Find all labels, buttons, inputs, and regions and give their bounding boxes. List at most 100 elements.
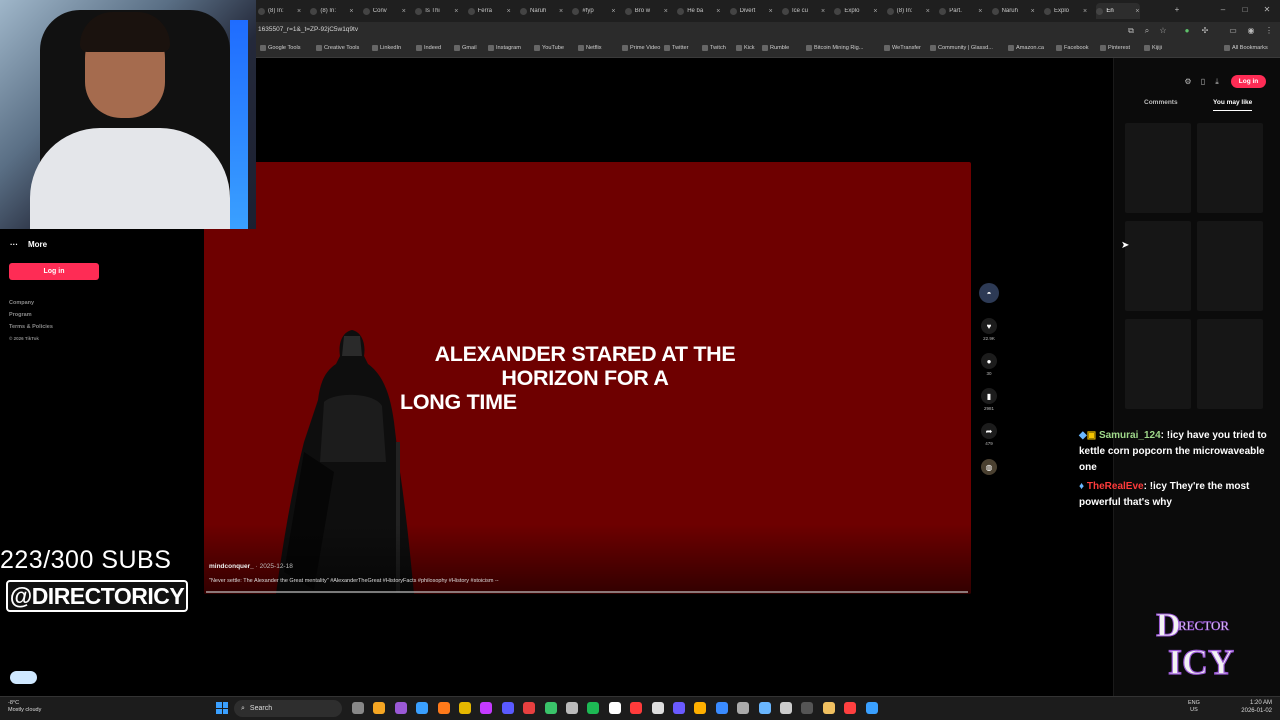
weather-widget[interactable]: -8°C Mostly cloudy xyxy=(8,700,41,714)
tab-close-icon[interactable]: × xyxy=(926,8,930,15)
taskbar-app-icon[interactable] xyxy=(459,702,471,714)
browser-tab[interactable]: (8) In: × xyxy=(310,3,354,19)
suggested-video-thumb[interactable] xyxy=(1197,221,1263,311)
taskbar-app-icon[interactable] xyxy=(844,702,857,714)
taskbar-search-box[interactable]: ⌕ Search xyxy=(234,700,342,717)
sidebar-login-button[interactable]: Log in xyxy=(9,263,99,280)
taskbar-app-icon[interactable] xyxy=(416,702,429,714)
tab-close-icon[interactable]: × xyxy=(297,8,301,15)
url-field[interactable]: 1635507_r=1&_t=ZP-92jC5w1q9tv xyxy=(258,26,358,33)
browser-tab[interactable]: Explo × xyxy=(834,3,878,19)
tab-close-icon[interactable]: × xyxy=(769,8,773,15)
browser-tab[interactable]: Explo × xyxy=(1044,3,1088,19)
video-author[interactable]: mindconquer_ · 2025-12-18 xyxy=(209,563,293,570)
footer-company-link[interactable]: Company xyxy=(9,300,34,306)
language-indicator[interactable]: ENG US xyxy=(1188,700,1200,714)
browser-tab[interactable]: En × xyxy=(1096,3,1141,19)
browser-tab[interactable]: Conv × xyxy=(362,3,407,19)
bookmark-link[interactable]: Twitter xyxy=(664,45,688,51)
tab-close-icon[interactable]: × xyxy=(978,8,982,15)
suggested-video-thumb[interactable] xyxy=(1125,221,1191,311)
browser-tab[interactable]: (8) In: × xyxy=(886,3,931,19)
device-icon[interactable]: ▯ xyxy=(1198,77,1208,87)
new-tab-icon[interactable]: + xyxy=(1172,5,1182,15)
tab-close-icon[interactable]: × xyxy=(349,8,353,15)
browser-tab[interactable]: Naruh × xyxy=(991,3,1036,19)
comment-button[interactable]: ● 30 xyxy=(979,353,999,376)
tab-close-icon[interactable]: × xyxy=(454,8,458,15)
footer-terms-link[interactable]: Terms & Policies xyxy=(9,324,53,330)
video-player[interactable]: ALEXANDER STARED AT THE HORIZON FOR A LO… xyxy=(204,162,971,594)
browser-tab[interactable]: Ice cu × xyxy=(782,3,826,19)
menu-kebab-icon[interactable]: ⋮ xyxy=(1264,26,1274,36)
tab-close-icon[interactable]: × xyxy=(507,8,511,15)
bookmark-star-icon[interactable]: ☆ xyxy=(1158,26,1168,36)
sidebar-toggle-icon[interactable]: ▭ xyxy=(1228,26,1238,36)
suggested-video-thumb[interactable] xyxy=(1125,123,1191,213)
extensions-puzzle-icon[interactable]: ✣ xyxy=(1200,26,1210,36)
tab-comments[interactable]: Comments xyxy=(1144,99,1178,106)
bookmark-link[interactable]: Kick xyxy=(736,45,755,51)
tab-close-icon[interactable]: × xyxy=(402,8,406,15)
bookmark-link[interactable]: Indeed xyxy=(416,45,441,51)
windows-start-icon[interactable] xyxy=(216,702,228,714)
tab-close-icon[interactable]: × xyxy=(611,8,615,15)
browser-tab[interactable]: Naruh × xyxy=(520,3,564,19)
bookmark-link[interactable]: Amazon.ca xyxy=(1008,45,1044,51)
profile-avatar-icon[interactable]: ◉ xyxy=(1246,26,1256,36)
browser-tab[interactable]: #fyp × xyxy=(572,3,616,19)
browser-tab[interactable]: Bro w × xyxy=(624,3,669,19)
bookmark-link[interactable]: WeTransfer xyxy=(884,45,921,51)
taskbar-app-icon[interactable] xyxy=(437,702,450,714)
taskbar-app-icon[interactable] xyxy=(758,702,771,714)
taskbar-app-icon[interactable] xyxy=(780,702,792,714)
bookmark-link[interactable]: Gmail xyxy=(454,45,477,51)
footer-program-link[interactable]: Program xyxy=(9,312,32,318)
taskbar-app-icon[interactable] xyxy=(587,702,600,714)
taskbar-app-icon[interactable] xyxy=(715,702,728,714)
tab-close-icon[interactable]: × xyxy=(1135,8,1139,15)
taskbar-app-icon[interactable] xyxy=(480,702,493,714)
sidebar-more-item[interactable]: ··· More xyxy=(10,240,47,249)
taskbar-app-icon[interactable] xyxy=(630,702,643,714)
taskbar-app-icon[interactable] xyxy=(566,702,578,714)
bookmark-link[interactable]: Rumble xyxy=(762,45,789,51)
settings-icon[interactable]: ⚙ xyxy=(1183,77,1193,87)
like-button[interactable]: ♥ 22.9K xyxy=(979,318,999,341)
bookmark-link[interactable]: Google Tools xyxy=(260,45,301,51)
bookmark-link[interactable]: Netflix xyxy=(578,45,602,51)
browser-tab[interactable]: Is Thi × xyxy=(415,3,459,19)
bookmark-link[interactable]: Instagram xyxy=(488,45,521,51)
browser-tab[interactable]: (8) In: × xyxy=(258,3,302,19)
download-icon[interactable]: ⤓ xyxy=(1212,77,1222,87)
suggested-video-thumb[interactable] xyxy=(1125,319,1191,409)
share-button[interactable]: ➦ 479 xyxy=(979,423,999,446)
creator-avatar[interactable]: ◓ xyxy=(979,283,999,303)
tab-close-icon[interactable]: × xyxy=(559,8,563,15)
bookmark-link[interactable]: Kijiji xyxy=(1144,45,1162,51)
taskbar-app-icon[interactable] xyxy=(608,702,621,714)
suggested-video-thumb[interactable] xyxy=(1197,319,1263,409)
minimize-icon[interactable]: – xyxy=(1218,5,1228,15)
install-icon[interactable]: ⧉ xyxy=(1126,26,1136,36)
overlay-toggle[interactable] xyxy=(10,671,37,684)
tab-close-icon[interactable]: × xyxy=(821,8,825,15)
close-window-icon[interactable]: ✕ xyxy=(1262,5,1272,15)
taskbar-app-icon[interactable] xyxy=(352,702,364,714)
zoom-icon[interactable]: ⌕ xyxy=(1142,26,1152,36)
video-progress-bar[interactable] xyxy=(206,591,968,593)
bookmark-link[interactable]: LinkedIn xyxy=(372,45,401,51)
save-button[interactable]: ▮ 2981 xyxy=(979,388,999,411)
bookmark-link[interactable]: Community | Glassd... xyxy=(930,45,993,51)
browser-tab[interactable]: Ferra × xyxy=(467,3,512,19)
taskbar-app-icon[interactable] xyxy=(865,702,878,714)
taskbar-app-icon[interactable] xyxy=(801,702,814,714)
tab-close-icon[interactable]: × xyxy=(716,8,720,15)
tab-close-icon[interactable]: × xyxy=(873,8,877,15)
browser-tab[interactable]: Divert × xyxy=(729,3,774,19)
bookmark-link[interactable]: Facebook xyxy=(1056,45,1089,51)
tab-close-icon[interactable]: × xyxy=(664,8,668,15)
bookmark-link[interactable]: Bitcoin Mining Rig... xyxy=(806,45,863,51)
taskbar-app-icon[interactable] xyxy=(737,702,750,714)
header-login-button[interactable]: Log in xyxy=(1231,75,1266,88)
